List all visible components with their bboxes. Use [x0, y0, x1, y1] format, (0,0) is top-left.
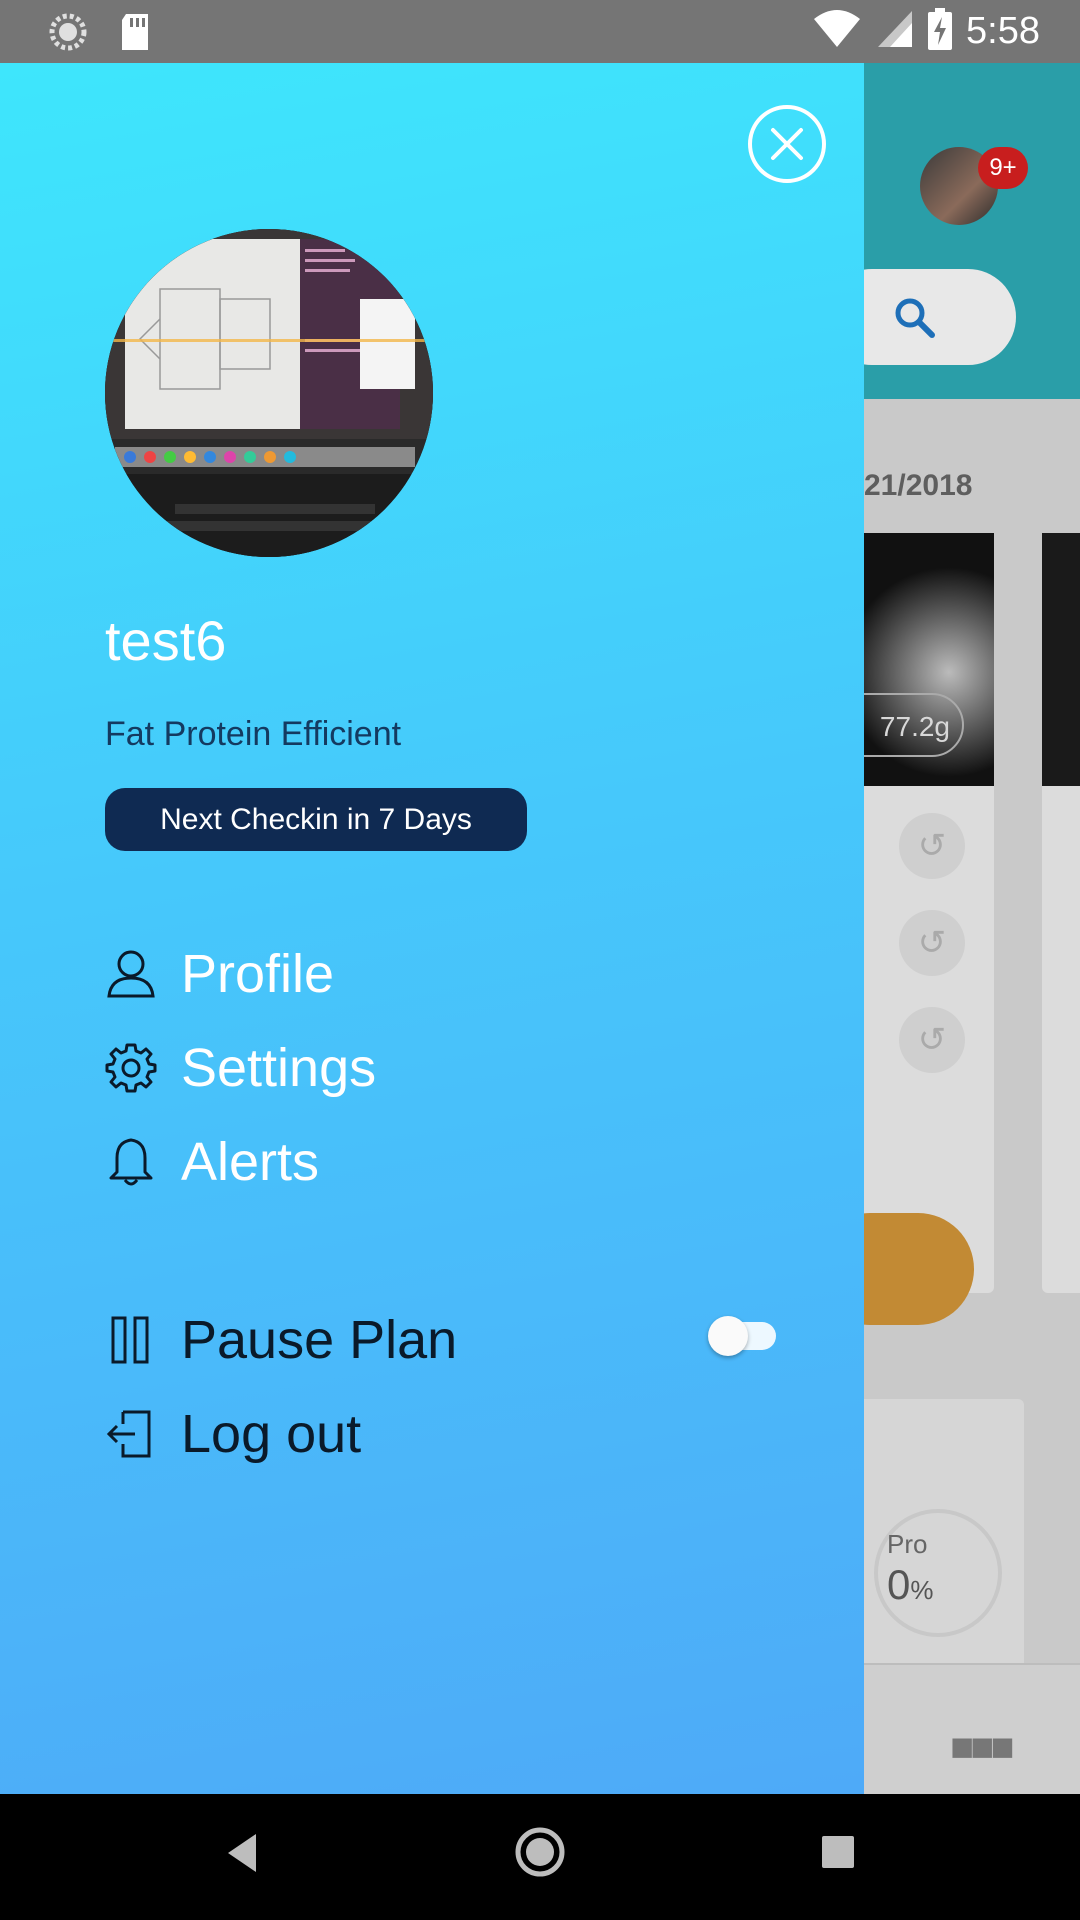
pro-unit: % — [910, 1575, 934, 1605]
menu-item-label: Profile — [181, 944, 335, 1004]
undo-icon: ↺ — [899, 1007, 965, 1073]
progress-panel: Pro 0% — [864, 1399, 1024, 1699]
undo-icon: ↺ — [899, 813, 965, 879]
menu-item-label: Settings — [181, 1038, 377, 1098]
pause-plan-item[interactable]: Pause Plan — [105, 1309, 457, 1371]
username: test6 — [105, 609, 227, 672]
close-button[interactable] — [748, 105, 826, 183]
pause-plan-label: Pause Plan — [181, 1310, 458, 1370]
pro-label: Pro — [887, 1529, 928, 1559]
status-time: 5:58 — [966, 10, 1040, 52]
home-icon[interactable] — [514, 1826, 566, 1883]
sync-icon — [48, 12, 88, 57]
gear-icon — [105, 1043, 157, 1093]
bottom-bar: ■■■ — [864, 1663, 1080, 1794]
undo-icon: ↺ — [899, 910, 965, 976]
pause-plan-toggle[interactable] — [708, 1316, 776, 1358]
background-app: 9+ 21/2018 s 77.2g ↺ ↺ ↺ Pro 0% ■■■ — [864, 63, 1080, 1794]
menu-item-alerts[interactable]: Alerts — [105, 1131, 319, 1193]
menu-item-profile[interactable]: Profile — [105, 943, 334, 1005]
macro-pill: s 77.2g — [864, 693, 964, 757]
logout-icon — [106, 1410, 151, 1458]
close-icon — [771, 128, 803, 160]
logout-item[interactable]: Log out — [105, 1403, 361, 1465]
notification-badge: 9+ — [978, 147, 1028, 189]
meal-card — [1042, 533, 1080, 1293]
toggle-knob — [708, 1316, 748, 1356]
navigation-drawer: test6 Fat Protein Efficient Next Checkin… — [0, 63, 864, 1794]
pro-value-number: 0 — [887, 1561, 911, 1608]
back-icon[interactable] — [222, 1830, 262, 1881]
recents-icon[interactable] — [818, 1832, 858, 1877]
action-button — [864, 1213, 974, 1325]
battery-charging-icon — [928, 8, 953, 55]
bell-icon — [109, 1138, 153, 1186]
wifi-icon — [812, 9, 862, 54]
user-icon — [107, 950, 155, 998]
sd-card-icon — [118, 12, 152, 57]
meal-image — [1042, 533, 1080, 786]
search-icon — [894, 297, 936, 344]
meal-card: s 77.2g ↺ ↺ ↺ — [864, 533, 994, 1325]
profile-photo[interactable] — [105, 229, 433, 557]
macro-value: 77.2g — [879, 711, 950, 742]
plan-type: Fat Protein Efficient — [105, 715, 402, 753]
more-icon: ■■■ — [950, 1725, 1015, 1769]
meal-image: s 77.2g — [864, 533, 994, 786]
logout-label: Log out — [181, 1404, 362, 1464]
status-bar: 5:58 — [0, 0, 1080, 63]
pro-value: 0% — [887, 1561, 933, 1609]
background-header: 9+ — [864, 63, 1080, 399]
pause-icon — [111, 1316, 149, 1364]
date-label: 21/2018 — [864, 469, 973, 502]
menu-item-settings[interactable]: Settings — [105, 1037, 376, 1099]
checkin-badge: Next Checkin in 7 Days — [105, 788, 527, 851]
menu-item-label: Alerts — [181, 1132, 320, 1192]
signal-icon — [876, 9, 914, 54]
search-bar — [864, 269, 1016, 365]
system-nav-bar — [0, 1794, 1080, 1920]
